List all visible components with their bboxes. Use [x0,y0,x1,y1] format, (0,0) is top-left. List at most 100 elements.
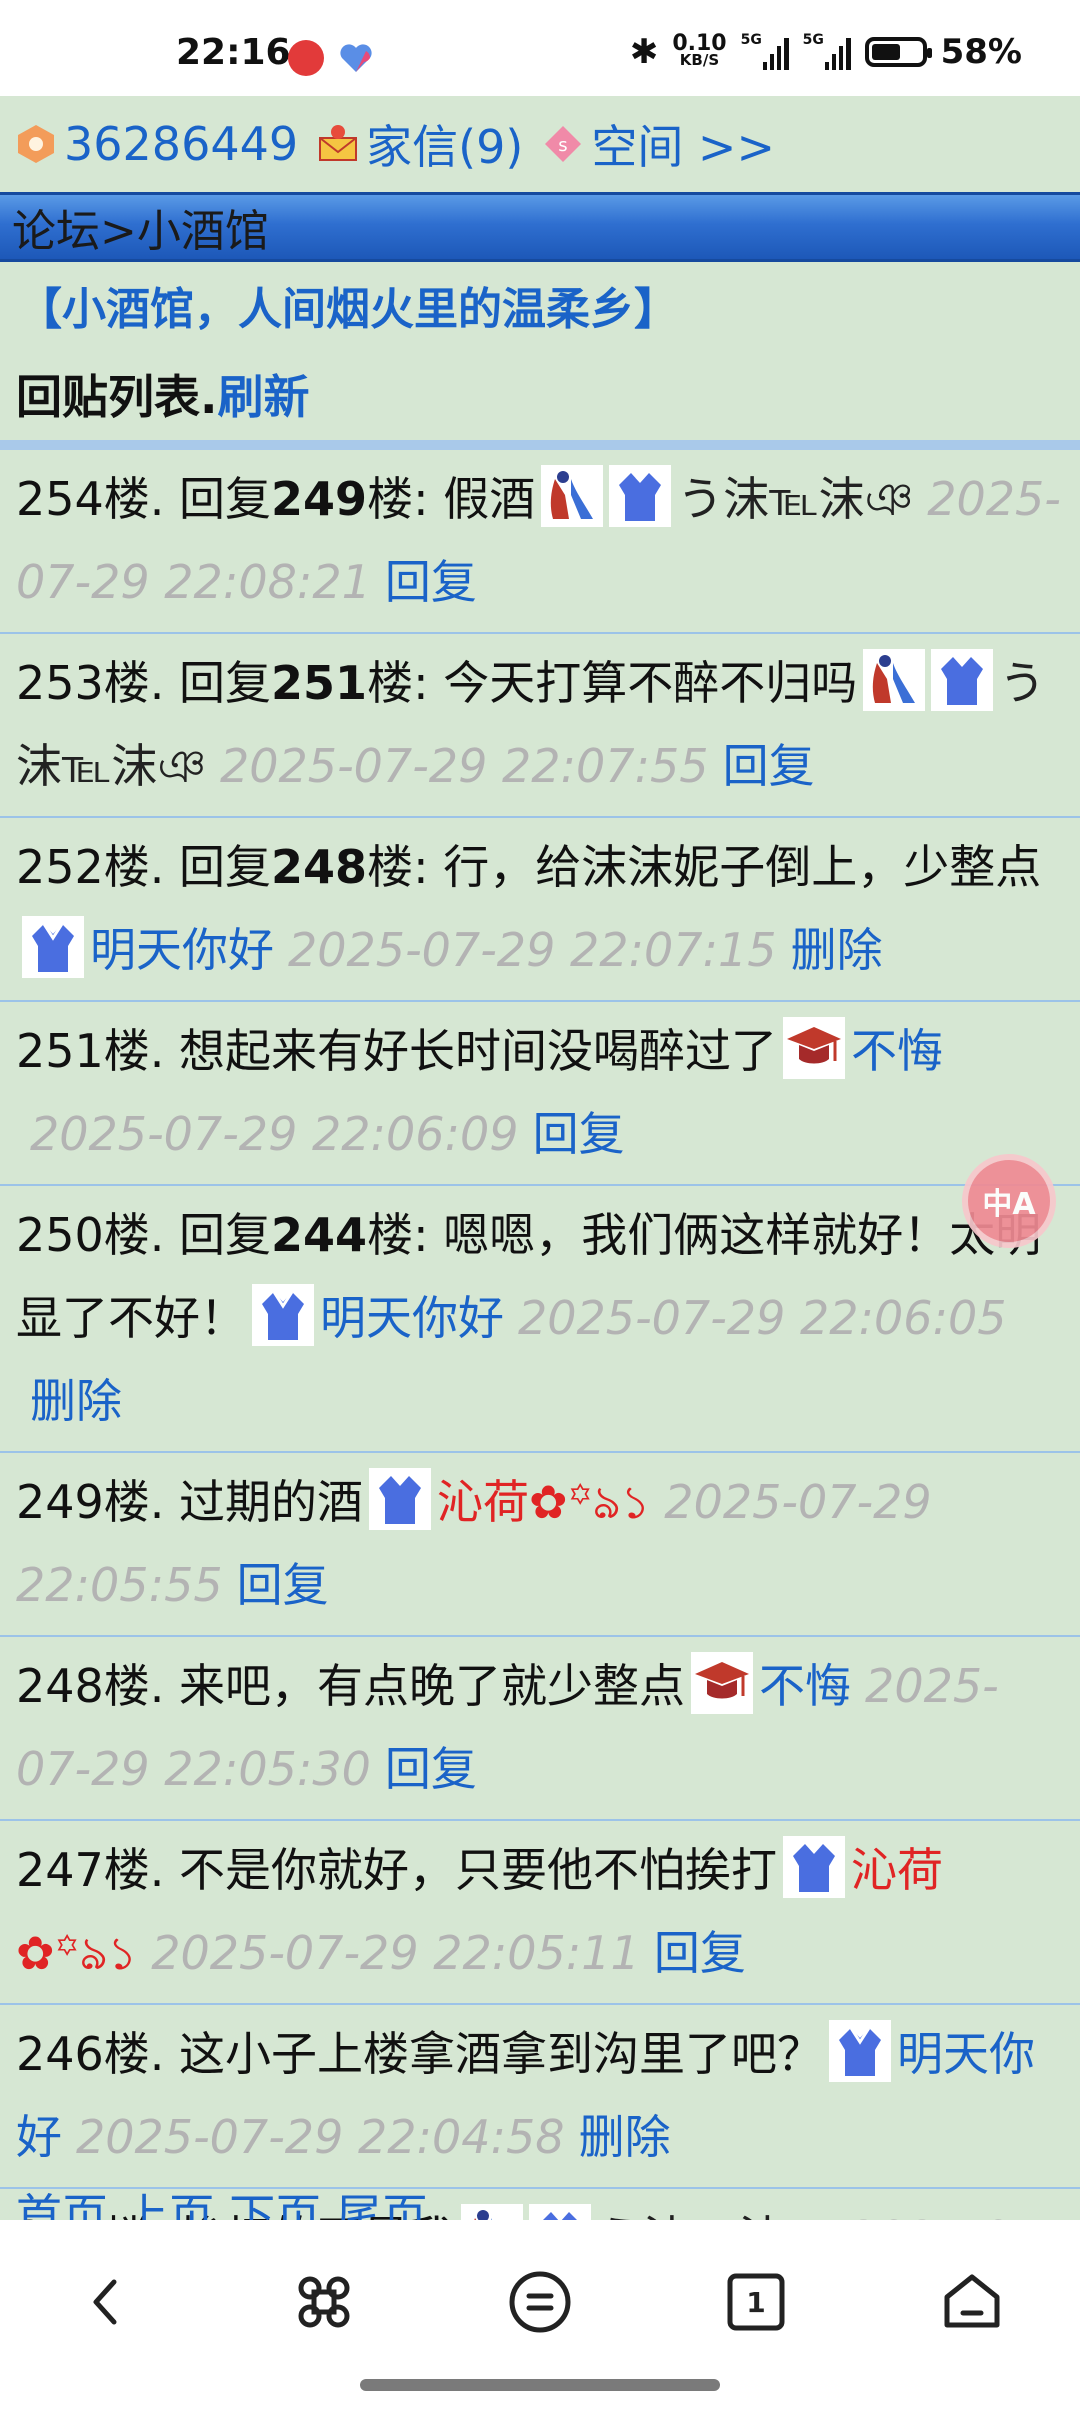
breadcrumb: 论坛>小酒馆 [0,192,1080,262]
reply-reference: 回复251楼: [179,656,429,710]
hexagon-user-icon [14,122,58,166]
post-content: 不是你就好，只要他不怕挨打 [179,1843,778,1897]
post-row: 247楼. 不是你就好，只要他不怕挨打 沁荷 ✿꙳ঌ১ 2025-07-29 22:0… [0,1821,1080,2005]
reply-link[interactable]: 回复 [385,1742,477,1796]
floor-number: 249楼. [16,1475,165,1529]
bluetooth-icon: ✱ [629,32,659,72]
avatar-icon [541,465,604,527]
avatar-secondary-icon [931,649,994,711]
reply-link[interactable]: 回复 [723,739,815,793]
post-timestamp: 2025-07-29 22:05:11 [151,1926,640,1980]
page-menu-button[interactable] [500,2262,580,2342]
translate-float-button[interactable]: 中A [962,1154,1056,1248]
post-timestamp: 2025-07-29 22:07:55 [220,739,709,793]
command-menu-button[interactable] [284,2262,364,2342]
top-nav: 36286449 家信(9) s 空间 >> [0,96,1080,192]
delete-link[interactable]: 删除 [30,1374,122,1428]
post-content: 想起来有好长时间没喝醉过了 [179,1024,778,1078]
heart-notification-icon [338,40,374,76]
network-speed: 0.10 KB/S [672,31,727,69]
post-row: 248楼. 来吧，有点晚了就少整点 不悔 2025-07-29 22:05:30 回复 [0,1637,1080,1821]
mail-link[interactable]: 家信(9) [366,111,523,177]
author-link[interactable]: 明天你好 [90,923,274,977]
author-link[interactable]: う沫℡沫ঞ [677,472,913,526]
clock: 22:16 [176,32,291,73]
author-link[interactable]: 沁荷 [437,1475,529,1529]
tabs-button[interactable]: 1 [716,2262,796,2342]
reply-link[interactable]: 回复 [237,1558,329,1612]
reply-suffix: 楼: [367,840,429,894]
floor-number: 250楼. [16,1208,165,1262]
reply-floor: 244 [271,1208,368,1262]
sim1-gen: 5G [740,32,762,48]
home-icon [944,2274,1000,2328]
author-link[interactable]: 不悔 [851,1024,943,1078]
user-id-link[interactable]: 36286449 [64,117,298,171]
post-timestamp: 2025-07-29 22:06:05 [518,1291,1007,1345]
status-bar: 22:16 ✱ 0.10 KB/S 5G 5G 58% [0,0,1080,96]
author-link[interactable]: う沫℡沫ঞ [597,2211,833,2220]
space-link[interactable]: 空间 >> [591,111,775,177]
post-content: 今天打算不醉不归吗 [443,656,858,710]
floor-number: 254楼. [16,472,165,526]
space-diamond-icon: s [541,122,585,166]
post-content: 假酒 [443,472,536,526]
reply-link[interactable]: 回复 [654,1926,746,1980]
command-icon [298,2276,350,2328]
battery-icon [864,37,932,67]
delete-link[interactable]: 删除 [579,2110,671,2164]
post-timestamp: 2025-07-29 22:06:09 [30,1107,519,1161]
home-button[interactable] [932,2262,1012,2342]
post-content: 行，给沫沫妮子倒上，少整点 [443,840,1042,894]
sim2-gen: 5G [802,32,824,48]
breadcrumb-text[interactable]: 论坛>小酒馆 [12,195,269,259]
reply-link[interactable]: 回复 [385,555,477,609]
author-link[interactable]: 不悔 [759,1659,851,1713]
avatar-icon [783,1017,846,1079]
reply-prefix: 回复 [179,656,272,710]
avatar-icon [461,2204,524,2220]
post-row: 251楼. 想起来有好长时间没喝醉过了 不悔 2025-07-29 22:06:09… [0,1002,1080,1186]
author-link[interactable]: 明天你好 [320,1291,504,1345]
post-row: 246楼. 这小子上楼拿酒拿到沟里了吧？ 明天你好 2025-07-29 22:04… [0,2005,1080,2189]
gesture-home-indicator[interactable] [360,2379,720,2391]
post-timestamp: 2025-07-29 22:07:15 [288,923,777,977]
reply-list-title: 回贴列表. [16,370,218,424]
svg-text:s: s [559,135,568,156]
delete-link[interactable]: 删除 [791,923,883,977]
refresh-link[interactable]: 刷新 [217,361,309,427]
translate-label: 中A [982,1187,1036,1222]
floor-number: 253楼. [16,656,165,710]
reply-list: 254楼. 回复249楼: 假酒 う沫℡沫ঞ 2025-07-29 22:08:21… [0,450,1080,2220]
chevron-left-icon [93,2279,117,2325]
floor-number: 246楼. [16,2027,165,2081]
reply-floor: 249 [271,472,368,526]
floor-number: 251楼. [16,1024,165,1078]
status-icons: ✱ 0.10 KB/S 5G 5G 58% [630,30,1022,74]
post-row: 252楼. 回复248楼: 行，给沫沫妮子倒上，少整点明天你好 2025-07-2… [0,818,1080,1002]
avatar-icon [22,916,84,978]
net-speed-value: 0.10 [672,31,727,56]
reply-link[interactable]: 回复 [533,1107,625,1161]
avatar-secondary-icon [529,2204,592,2220]
post-row: 249楼. 过期的酒 沁荷✿꙳ঌ১ 2025-07-29 22:05:55 回复 [0,1453,1080,1637]
post-row: 254楼. 回复249楼: 假酒 う沫℡沫ঞ 2025-07-29 22:08:21… [0,450,1080,634]
post-content: 过期的酒 [179,1475,364,1529]
reply-reference: 回复244楼: [179,1208,429,1262]
reply-prefix: 回复 [179,840,272,894]
reply-floor: 251 [271,656,368,710]
avatar-icon [829,2020,892,2082]
author-link[interactable]: 沁荷 [851,1843,943,1897]
tabs-count: 1 [746,2285,766,2319]
author-decoration: ✿꙳ঌ১ [16,1926,138,1980]
back-button[interactable] [66,2262,146,2342]
floor-number: 248楼. [16,1659,165,1713]
reply-suffix: 楼: [367,1208,429,1262]
reply-suffix: 楼: [367,472,429,526]
author-decoration: ✿꙳ঌ১ [529,1475,651,1529]
reply-reference: 回复248楼: [179,840,429,894]
app-notification-icon [288,40,324,76]
pagination-partial[interactable]: 首页 上页 下页 尾页 [16,2180,428,2220]
board-title[interactable]: 【小酒馆，人间烟火里的温柔乡】 [0,262,1080,348]
avatar-secondary-icon [609,465,672,527]
